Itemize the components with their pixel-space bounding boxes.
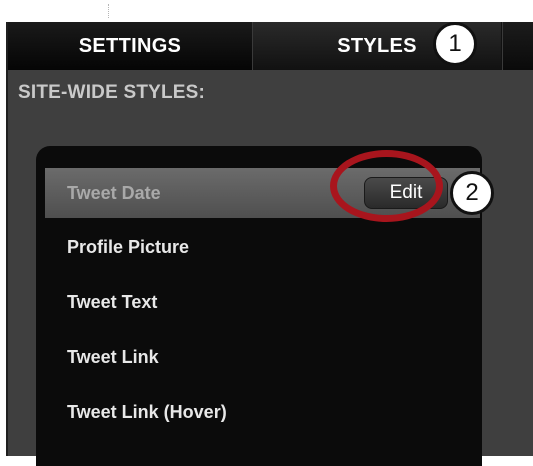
style-list: Tweet Date Edit Profile Picture Tweet Te… — [36, 146, 482, 466]
styles-panel: SETTINGS STYLES SITE-WIDE STYLES: Tweet … — [6, 22, 533, 466]
tab-settings[interactable]: SETTINGS — [8, 22, 253, 70]
section-title: SITE-WIDE STYLES: — [18, 82, 206, 103]
screenshot-frame: SETTINGS STYLES SITE-WIDE STYLES: Tweet … — [0, 0, 533, 466]
list-item-tweet-link[interactable]: Tweet Link — [45, 332, 480, 382]
callout-number-2: 2 — [450, 171, 494, 215]
list-item-tweet-text[interactable]: Tweet Text — [45, 277, 480, 327]
list-item-label: Tweet Date — [67, 182, 161, 203]
divider-tick — [108, 4, 110, 18]
list-item-label: Tweet Text — [67, 291, 158, 312]
top-strip — [0, 0, 533, 22]
list-item-profile-picture[interactable]: Profile Picture — [45, 222, 480, 272]
list-item-tweet-date[interactable]: Tweet Date Edit — [45, 168, 480, 218]
callout-number-1: 1 — [433, 22, 477, 66]
edit-button[interactable]: Edit — [364, 177, 448, 209]
list-item-label: Tweet Link (Hover) — [67, 401, 227, 422]
list-item-label: Profile Picture — [67, 236, 190, 257]
tab-overflow — [502, 22, 533, 70]
list-item-label: Tweet Link — [67, 346, 159, 367]
list-item-tweet-link-hover[interactable]: Tweet Link (Hover) — [45, 387, 480, 437]
